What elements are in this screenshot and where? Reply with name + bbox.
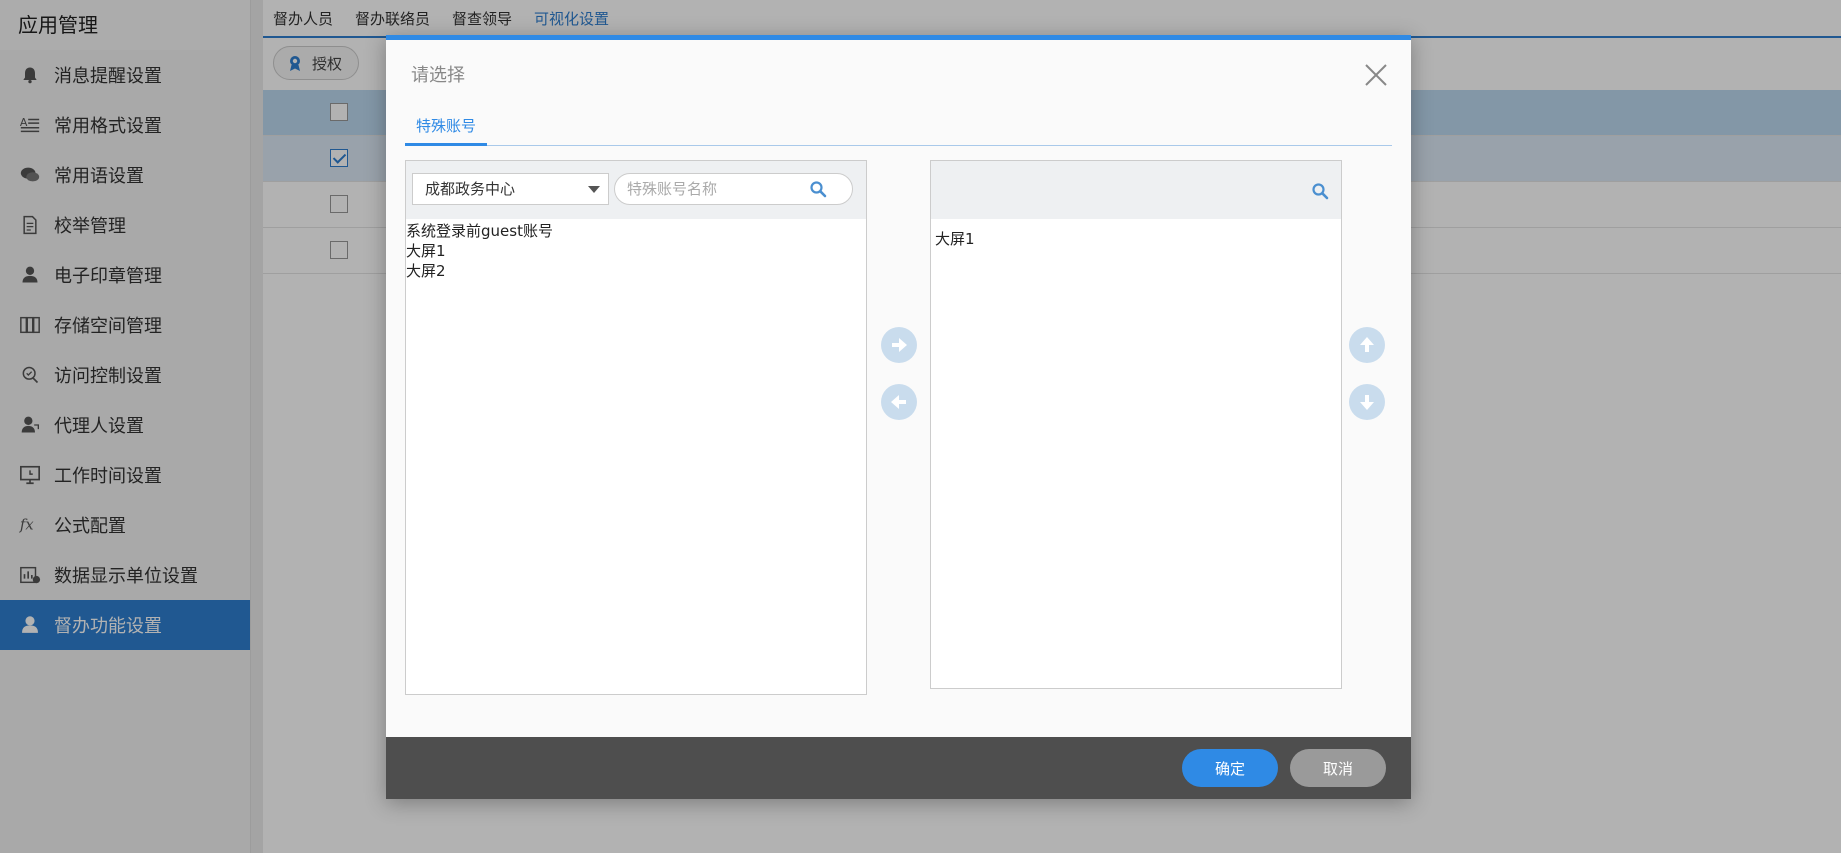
list-item[interactable]: 系统登录前guest账号 xyxy=(406,221,866,241)
list-item[interactable]: 大屏2 xyxy=(406,261,866,281)
chevron-down-icon xyxy=(588,186,600,193)
available-list: 系统登录前guest账号 大屏1 大屏2 xyxy=(406,219,866,281)
list-item[interactable]: 大屏1 xyxy=(935,229,1341,249)
close-icon[interactable] xyxy=(1363,62,1389,88)
search-icon[interactable] xyxy=(809,180,827,198)
dialog-title: 请选择 xyxy=(411,65,465,86)
arrow-up-icon xyxy=(1360,337,1374,352)
select-dialog: 请选择 特殊账号 成都政务中心 系统登录前guest账号大屏1大屏2 xyxy=(386,35,1411,799)
selected-list-panel: 大屏1 xyxy=(930,160,1342,689)
remove-from-selected-button[interactable] xyxy=(881,384,917,420)
search-icon[interactable] xyxy=(1311,182,1329,200)
move-down-button[interactable] xyxy=(1349,384,1385,420)
dialog-footer: 确定 取消 xyxy=(386,737,1411,799)
dialog-header: 请选择 xyxy=(386,40,1411,106)
available-list-toolbar: 成都政务中心 xyxy=(406,161,866,219)
dialog-tabs: 特殊账号 xyxy=(405,106,1392,146)
organization-select[interactable]: 成都政务中心 xyxy=(412,173,609,205)
move-up-button[interactable] xyxy=(1349,327,1385,363)
add-to-selected-button[interactable] xyxy=(881,327,917,363)
tab-special-accounts[interactable]: 特殊账号 xyxy=(405,106,488,146)
arrow-left-icon xyxy=(891,395,906,409)
organization-select-value: 成都政务中心 xyxy=(425,180,516,198)
arrow-right-icon xyxy=(892,338,907,352)
arrow-down-icon xyxy=(1360,395,1374,410)
available-list-panel: 成都政务中心 系统登录前guest账号大屏1大屏2 xyxy=(405,160,867,695)
list-item[interactable]: 大屏1 xyxy=(406,241,866,261)
cancel-button[interactable]: 取消 xyxy=(1290,749,1386,787)
confirm-button[interactable]: 确定 xyxy=(1182,749,1278,787)
selected-list-toolbar xyxy=(931,161,1341,219)
selected-list: 大屏1 xyxy=(931,219,1341,249)
